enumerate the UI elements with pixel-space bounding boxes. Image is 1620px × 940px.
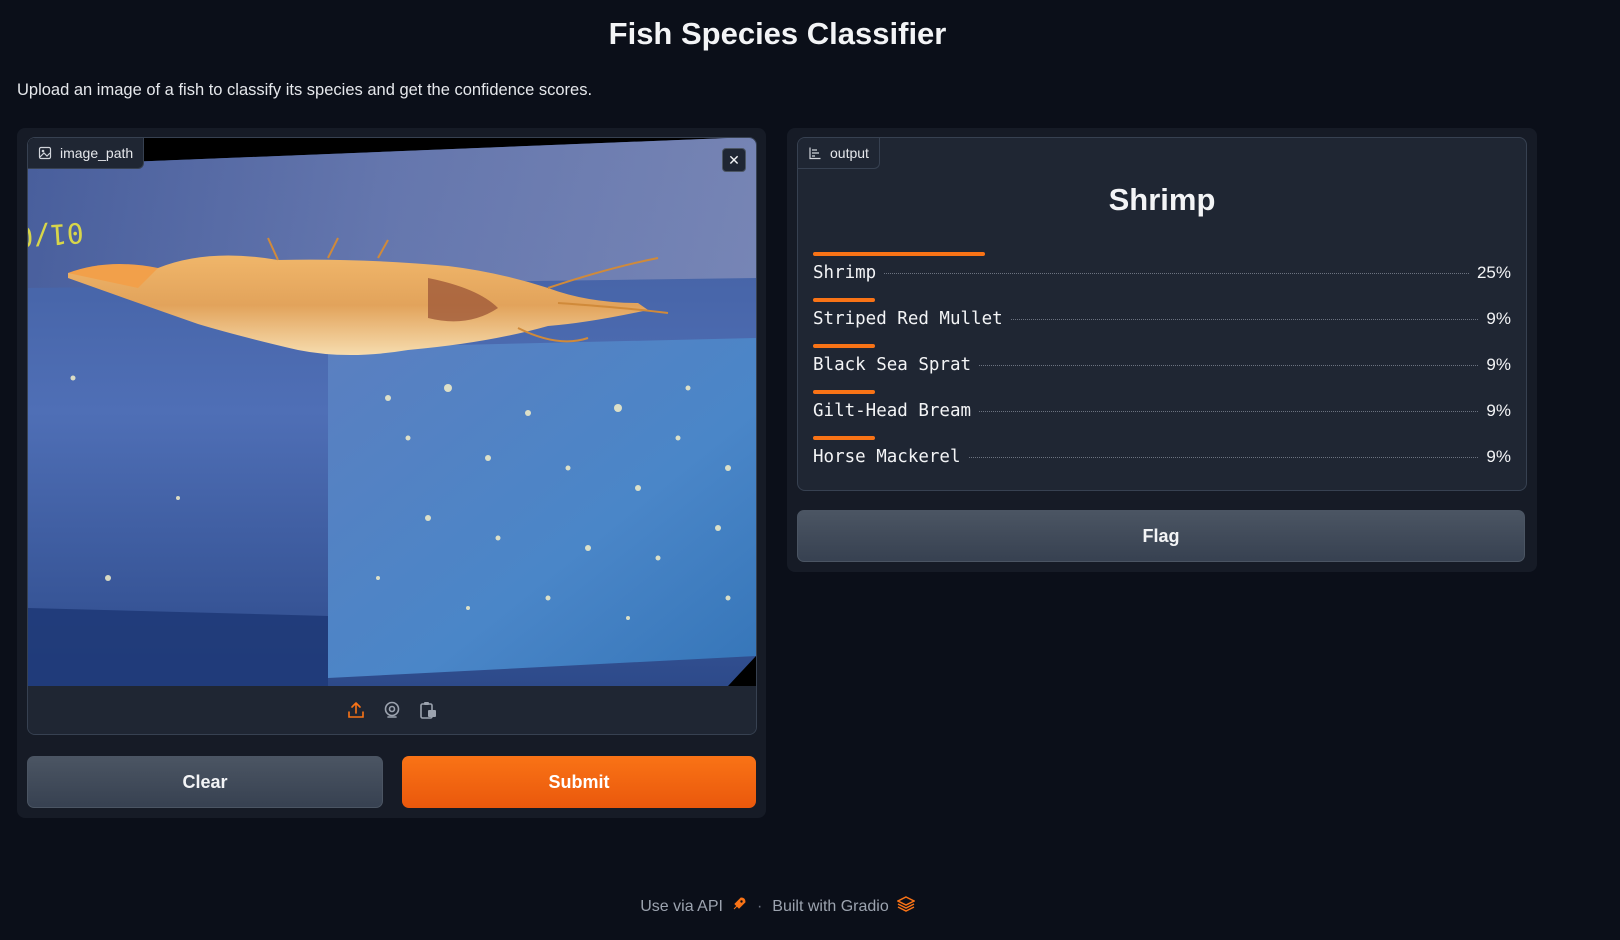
confidence-label: Shrimp bbox=[813, 263, 877, 283]
output-label-text: output bbox=[830, 145, 869, 161]
input-panel: image_path 01/01/2006 ✕ Clear Submit bbox=[17, 128, 766, 818]
dotted-leader bbox=[979, 365, 1479, 366]
built-with-gradio-text: Built with Gradio bbox=[772, 897, 889, 915]
confidence-row[interactable]: Horse Mackerel 9% bbox=[813, 436, 1511, 482]
dotted-leader bbox=[884, 273, 1469, 274]
use-via-api-link[interactable]: Use via API bbox=[640, 896, 747, 917]
gradio-logo-icon bbox=[896, 896, 916, 917]
confidence-value: 9% bbox=[1486, 447, 1511, 466]
confidence-bar bbox=[813, 252, 985, 256]
output-label: output bbox=[798, 138, 880, 169]
built-with-gradio-link[interactable]: Built with Gradio bbox=[772, 896, 916, 917]
confidence-row[interactable]: Black Sea Sprat 9% bbox=[813, 344, 1511, 390]
page-description: Upload an image of a fish to classify it… bbox=[17, 81, 593, 99]
dotted-leader bbox=[968, 457, 1479, 458]
image-icon bbox=[38, 146, 52, 160]
confidence-bar bbox=[813, 436, 875, 440]
confidence-row[interactable]: Gilt-Head Bream 9% bbox=[813, 390, 1511, 436]
confidence-bar bbox=[813, 390, 875, 394]
confidence-label: Gilt-Head Bream bbox=[813, 401, 972, 421]
dotted-leader bbox=[1010, 319, 1479, 320]
output-panel: output Shrimp Shrimp 25% Striped Red Mul… bbox=[787, 128, 1537, 572]
image-source-bar bbox=[28, 686, 756, 734]
footer-separator: · bbox=[756, 897, 763, 915]
clear-image-button[interactable]: ✕ bbox=[722, 148, 746, 172]
confidence-label: Black Sea Sprat bbox=[813, 355, 972, 375]
confidence-row[interactable]: Striped Red Mullet 9% bbox=[813, 298, 1511, 344]
top-prediction: Shrimp bbox=[1108, 182, 1216, 217]
clipboard-icon[interactable] bbox=[417, 699, 439, 721]
label-output: output Shrimp Shrimp 25% Striped Red Mul… bbox=[797, 137, 1527, 491]
confidence-value: 9% bbox=[1486, 309, 1511, 328]
webcam-icon[interactable] bbox=[381, 699, 403, 721]
dotted-leader bbox=[979, 411, 1479, 412]
confidence-value: 9% bbox=[1486, 401, 1511, 420]
footer: Use via API · Built with Gradio bbox=[0, 896, 1555, 917]
confidence-list: Shrimp 25% Striped Red Mullet 9% Black S… bbox=[813, 252, 1511, 482]
confidence-label: Horse Mackerel bbox=[813, 447, 961, 467]
image-input[interactable]: image_path 01/01/2006 ✕ bbox=[27, 137, 757, 735]
shrimp-photo: 01/01/2006 bbox=[28, 138, 756, 686]
app-root: Fish Species Classifier Upload an image … bbox=[0, 0, 1620, 940]
label-icon bbox=[808, 146, 822, 160]
image-input-label-text: image_path bbox=[60, 145, 134, 161]
confidence-bar bbox=[813, 344, 875, 348]
page-title: Fish Species Classifier bbox=[608, 16, 947, 51]
rocket-icon bbox=[731, 896, 747, 917]
clear-button[interactable]: Clear bbox=[27, 756, 383, 808]
confidence-bar bbox=[813, 298, 875, 302]
use-via-api-text: Use via API bbox=[640, 897, 723, 915]
confidence-label: Striped Red Mullet bbox=[813, 309, 1003, 329]
confidence-row[interactable]: Shrimp 25% bbox=[813, 252, 1511, 298]
flag-button[interactable]: Flag bbox=[797, 510, 1525, 562]
uploaded-image: 01/01/2006 ✕ bbox=[28, 138, 756, 686]
upload-icon[interactable] bbox=[345, 699, 367, 721]
confidence-value: 25% bbox=[1476, 263, 1511, 282]
confidence-value: 9% bbox=[1486, 355, 1511, 374]
submit-button[interactable]: Submit bbox=[402, 756, 756, 808]
image-input-label: image_path bbox=[28, 138, 145, 169]
